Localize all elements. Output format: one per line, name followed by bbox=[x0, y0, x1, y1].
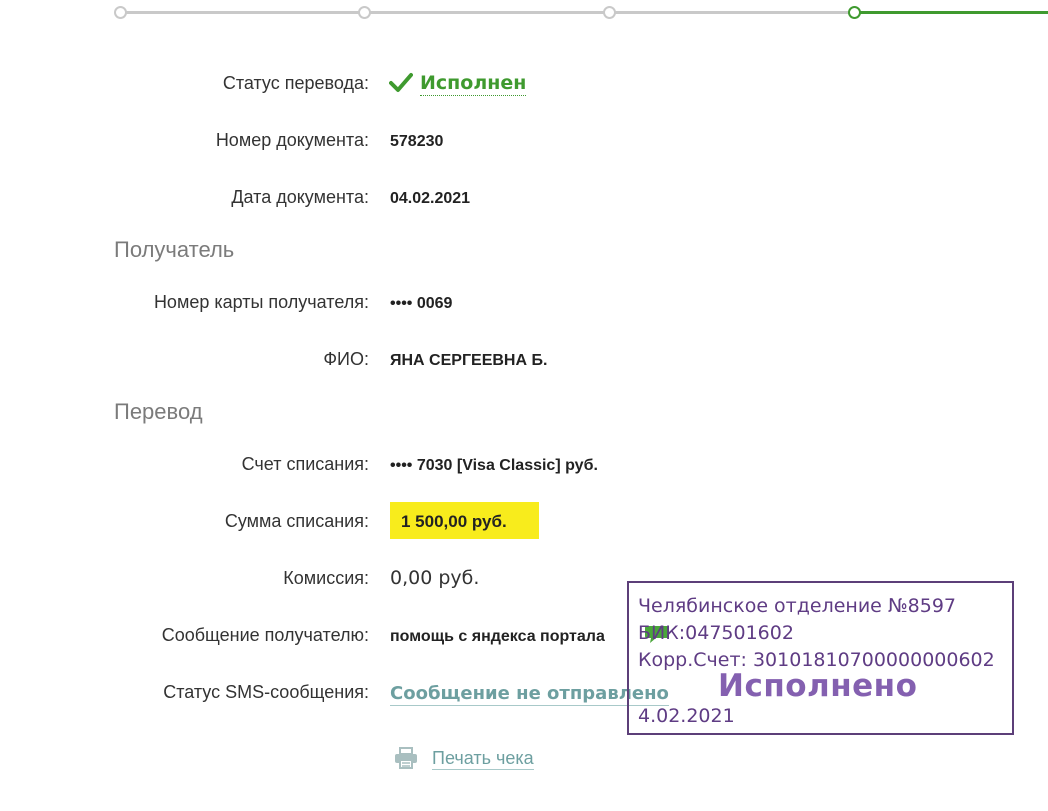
status-value: Исполнен bbox=[389, 68, 527, 98]
debit-amount-label: Сумма списания: bbox=[224, 511, 369, 531]
status-label: Статус перевода: bbox=[222, 73, 369, 93]
stamp-bik: БИК:047501602 bbox=[638, 622, 794, 644]
debit-account-value: •••• 7030 [Visa Classic] руб. bbox=[390, 457, 598, 474]
progress-stepper bbox=[0, 0, 1048, 24]
print-receipt-link[interactable]: Печать чека bbox=[394, 745, 534, 771]
step-2-dot bbox=[358, 6, 371, 19]
document-number-value: 578230 bbox=[390, 133, 444, 150]
recipient-card-label: Номер карты получателя: bbox=[153, 292, 369, 312]
recipient-section-title: Получатель bbox=[114, 237, 235, 262]
recipient-name-value: ЯНА СЕРГЕЕВНА Б. bbox=[390, 352, 548, 369]
document-number-label: Номер документа: bbox=[215, 130, 369, 150]
document-date-label: Дата документа: bbox=[231, 187, 369, 207]
print-receipt-label: Печать чека bbox=[432, 747, 534, 770]
debit-account-label: Счет списания: bbox=[241, 454, 369, 474]
bank-stamp: Челябинское отделение №8597 БИК:04750160… bbox=[627, 581, 1014, 735]
transfer-section-title: Перевод bbox=[114, 399, 203, 424]
step-1-dot bbox=[114, 6, 127, 19]
stepper-track bbox=[120, 11, 855, 14]
fee-label: Комиссия: bbox=[283, 568, 369, 588]
debit-amount-value: 1 500,00 руб. bbox=[401, 512, 507, 531]
stamp-date: 4.02.2021 bbox=[638, 705, 735, 727]
document-date-value: 04.02.2021 bbox=[390, 190, 471, 207]
step-4-dot bbox=[848, 6, 861, 19]
recipient-name-label: ФИО: bbox=[323, 349, 369, 369]
stamp-executed: Исполнено bbox=[718, 668, 918, 704]
status-text: Исполнен bbox=[420, 71, 527, 96]
message-label: Сообщение получателю: bbox=[161, 625, 369, 645]
sms-status-label: Статус SMS-сообщения: bbox=[163, 682, 369, 702]
stamp-branch: Челябинское отделение №8597 bbox=[638, 595, 957, 617]
printer-icon bbox=[395, 747, 417, 769]
stepper-track-active bbox=[855, 11, 1048, 14]
message-value: помощь с яндекса портала bbox=[390, 628, 605, 645]
recipient-card-value: •••• 0069 bbox=[390, 295, 453, 312]
step-3-dot bbox=[603, 6, 616, 19]
fee-value: 0,00 руб. bbox=[390, 567, 480, 589]
debit-amount-highlight: 1 500,00 руб. bbox=[390, 502, 539, 539]
checkmark-icon bbox=[389, 73, 413, 92]
